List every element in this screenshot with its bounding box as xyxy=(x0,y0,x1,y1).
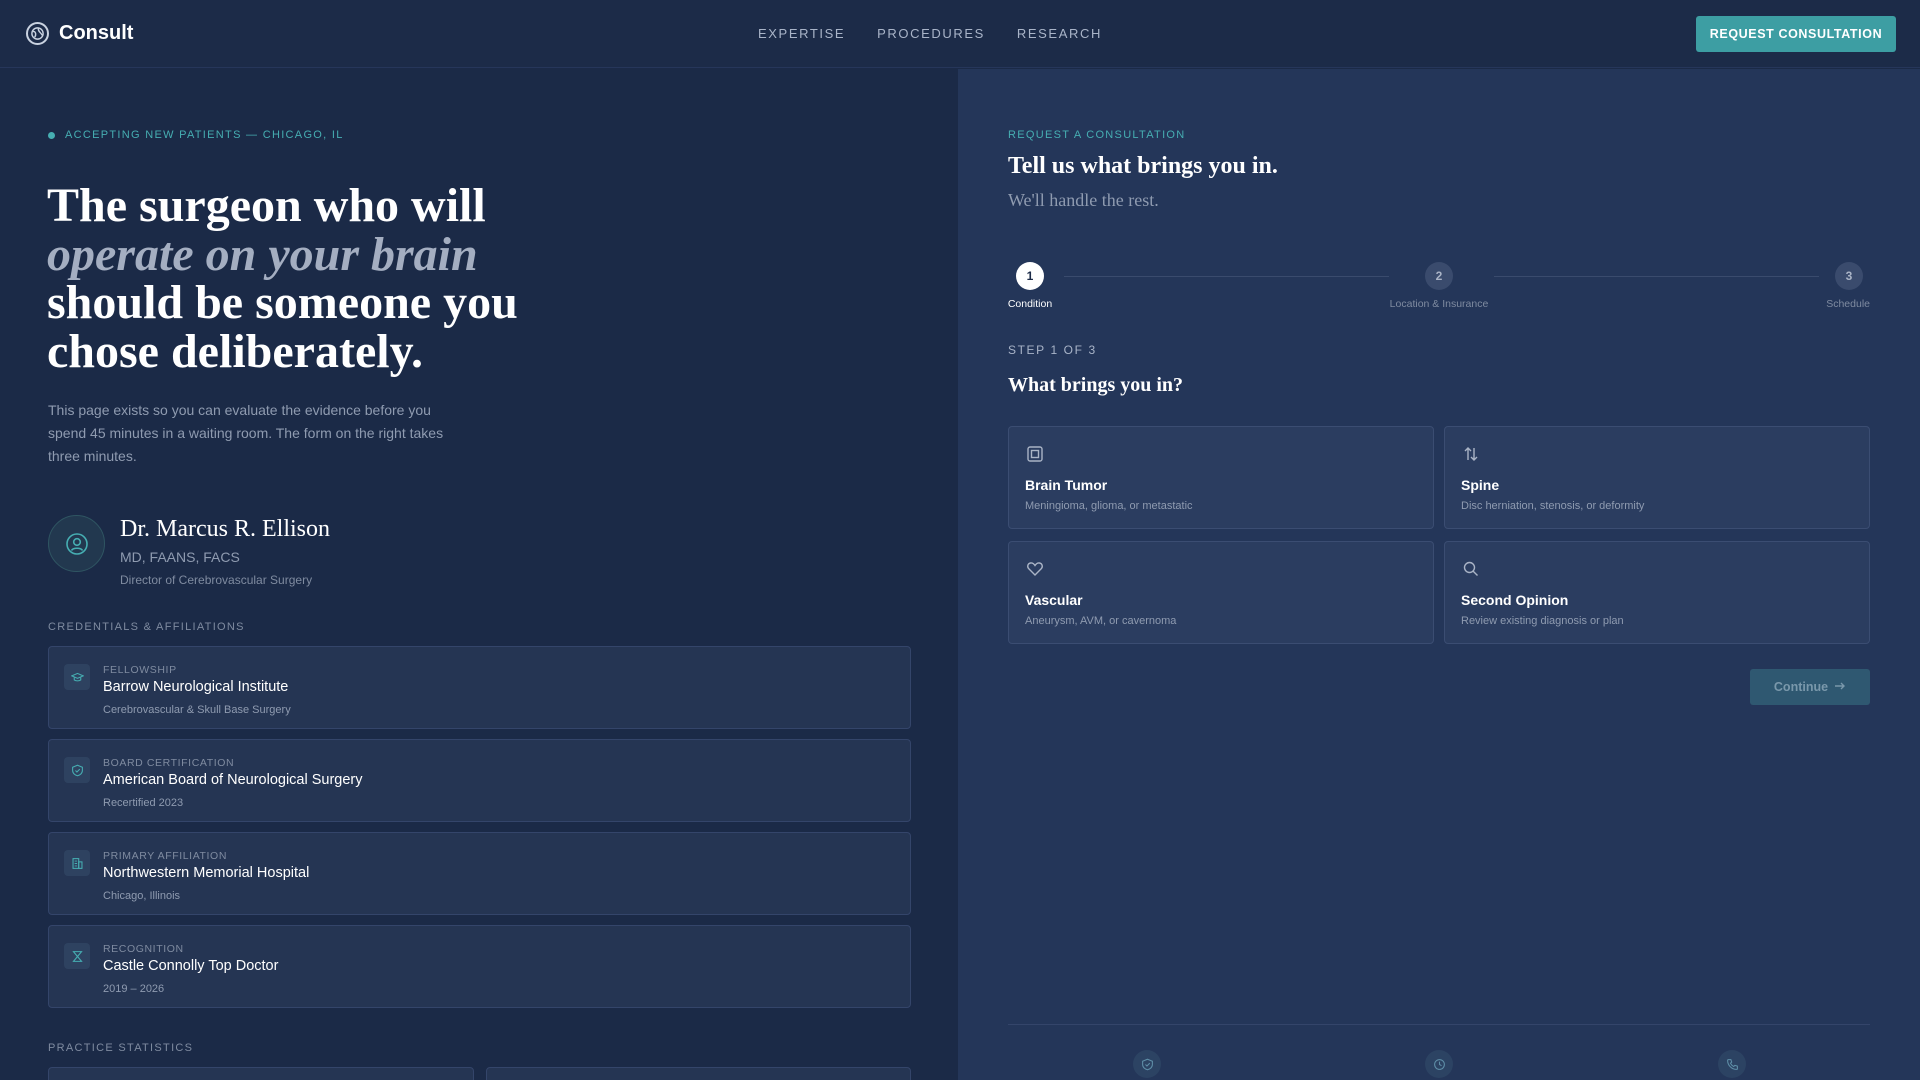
hero-headline: The surgeon who will operate on your bra… xyxy=(47,179,518,378)
request-consultation-button[interactable]: REQUEST CONSULTATION xyxy=(1696,16,1896,52)
form-question: What brings you in? xyxy=(1008,374,1184,396)
continue-label: Continue xyxy=(1773,680,1829,694)
credential-card-board-certification: BOARD CERTIFICATION American Board of Ne… xyxy=(48,739,911,822)
avatar xyxy=(48,515,105,572)
option-description: Disc herniation, stenosis, or deformity xyxy=(1461,500,1645,512)
practice-statistics xyxy=(48,1067,911,1080)
clock-icon xyxy=(1425,1050,1453,1078)
credential-card-fellowship: FELLOWSHIP Barrow Neurological Institute… xyxy=(48,646,911,729)
user-circle-icon xyxy=(65,532,88,555)
doctor-name: Dr. Marcus R. Ellison xyxy=(120,516,330,542)
step-schedule[interactable]: 3 Schedule xyxy=(1820,262,1870,310)
option-title: Vascular xyxy=(1025,592,1083,608)
headline-line-2: operate on your brain xyxy=(47,227,478,281)
arrows-up-down-icon xyxy=(1461,444,1481,464)
option-description: Review existing diagnosis or plan xyxy=(1461,615,1624,627)
credential-detail: Cerebrovascular & Skull Base Surgery xyxy=(103,704,291,716)
credential-kicker: BOARD CERTIFICATION xyxy=(103,757,235,769)
status-dot-icon xyxy=(48,131,55,139)
availability-badge: ACCEPTING NEW PATIENTS — CHICAGO, IL xyxy=(48,129,344,141)
option-title: Spine xyxy=(1461,477,1500,493)
step-number: 2 xyxy=(1425,262,1453,290)
doctor-card: Dr. Marcus R. Ellison MD, FAANS, FACS Di… xyxy=(48,515,330,587)
graduation-icon xyxy=(64,664,90,690)
credential-card-primary-affiliation: PRIMARY AFFILIATION Northwestern Memoria… xyxy=(48,832,911,915)
chip-icon xyxy=(1025,444,1045,464)
credential-detail: Recertified 2023 xyxy=(103,797,184,809)
step-label: Schedule xyxy=(1826,298,1870,310)
form-footer-divider xyxy=(1008,1024,1870,1025)
step-count: STEP 1 OF 3 xyxy=(1008,343,1097,357)
step-label: Condition xyxy=(1007,298,1053,310)
step-label: Location & Insurance xyxy=(1389,298,1489,310)
globe-logo-icon xyxy=(26,22,49,45)
credential-detail: 2019 – 2026 xyxy=(103,983,165,995)
step-number: 1 xyxy=(1016,262,1044,290)
phone-icon xyxy=(1718,1050,1746,1078)
credential-kicker: PRIMARY AFFILIATION xyxy=(103,850,228,862)
credential-title: Northwestern Memorial Hospital xyxy=(103,865,310,881)
credential-detail: Chicago, Illinois xyxy=(103,890,181,902)
top-navigation-bar: Consult EXPERTISE PROCEDURES RESEARCH RE… xyxy=(0,0,1920,68)
option-description: Meningioma, glioma, or metastatic xyxy=(1025,500,1193,512)
doctor-credentials: MD, FAANS, FACS xyxy=(120,549,240,565)
step-number: 3 xyxy=(1835,262,1863,290)
credentials-list: FELLOWSHIP Barrow Neurological Institute… xyxy=(48,646,911,1018)
option-second-opinion[interactable]: Second Opinion Review existing diagnosis… xyxy=(1444,541,1870,644)
hero-intro: This page exists so you can evaluate the… xyxy=(48,402,444,464)
credential-kicker: RECOGNITION xyxy=(103,943,184,955)
credential-title: American Board of Neurological Surgery xyxy=(103,772,363,788)
nav-expertise-link[interactable]: EXPERTISE xyxy=(758,26,845,41)
condition-options: Brain Tumor Meningioma, glioma, or metas… xyxy=(1008,426,1870,644)
credential-kicker: FELLOWSHIP xyxy=(103,664,177,676)
availability-text: ACCEPTING NEW PATIENTS — CHICAGO, IL xyxy=(65,129,344,141)
option-vascular[interactable]: Vascular Aneurysm, AVM, or cavernoma xyxy=(1008,541,1434,644)
shield-check-icon xyxy=(1133,1050,1161,1078)
form-title: Tell us what brings you in. xyxy=(1008,153,1278,179)
step-connector xyxy=(1494,276,1819,277)
doctor-role: Director of Cerebrovascular Surgery xyxy=(120,573,313,587)
practice-statistics-label: PRACTICE STATISTICS xyxy=(48,1042,194,1054)
credential-title: Castle Connolly Top Doctor xyxy=(103,958,279,974)
brand[interactable]: Consult xyxy=(26,22,133,45)
step-location-insurance[interactable]: 2 Location & Insurance xyxy=(1379,262,1499,310)
option-spine[interactable]: Spine Disc herniation, stenosis, or defo… xyxy=(1444,426,1870,529)
arrow-right-icon xyxy=(1834,680,1846,695)
shield-check-icon xyxy=(64,757,90,783)
credential-title: Barrow Neurological Institute xyxy=(103,679,289,695)
form-subtitle: We'll handle the rest. xyxy=(1008,190,1159,210)
consultation-form-panel: REQUEST A CONSULTATION Tell us what brin… xyxy=(958,69,1920,1080)
nav-procedures-link[interactable]: PROCEDURES xyxy=(877,26,985,41)
stat-card xyxy=(48,1067,474,1080)
stat-card xyxy=(485,1067,911,1080)
main-nav: EXPERTISE PROCEDURES RESEARCH xyxy=(758,26,1102,41)
option-title: Second Opinion xyxy=(1461,592,1569,608)
option-title: Brain Tumor xyxy=(1025,477,1108,493)
hospital-icon xyxy=(64,850,90,876)
form-eyebrow: REQUEST A CONSULTATION xyxy=(1008,129,1186,141)
form-stepper: 1 Condition 2 Location & Insurance 3 Sch… xyxy=(1008,249,1870,310)
headline-line-3: should be someone you xyxy=(47,276,518,329)
step-connector xyxy=(1064,276,1389,277)
award-icon xyxy=(64,943,90,969)
search-icon xyxy=(1461,559,1481,579)
doctor-info: Dr. Marcus R. Ellison MD, FAANS, FACS Di… xyxy=(120,515,330,587)
credential-card-recognition: RECOGNITION Castle Connolly Top Doctor 2… xyxy=(48,925,911,1008)
option-description: Aneurysm, AVM, or cavernoma xyxy=(1025,615,1177,627)
step-condition[interactable]: 1 Condition xyxy=(1008,262,1052,310)
headline-line-1: The surgeon who will xyxy=(47,179,486,232)
continue-button[interactable]: Continue xyxy=(1750,669,1870,705)
option-brain-tumor[interactable]: Brain Tumor Meningioma, glioma, or metas… xyxy=(1008,426,1434,529)
credentials-section-label: CREDENTIALS & AFFILIATIONS xyxy=(48,621,245,633)
nav-research-link[interactable]: RESEARCH xyxy=(1017,26,1102,41)
heart-icon xyxy=(1025,559,1045,579)
headline-line-4: chose deliberately. xyxy=(47,324,423,378)
surgeon-profile-panel: ACCEPTING NEW PATIENTS — CHICAGO, IL The… xyxy=(0,69,958,1080)
brand-name: Consult xyxy=(59,22,134,44)
